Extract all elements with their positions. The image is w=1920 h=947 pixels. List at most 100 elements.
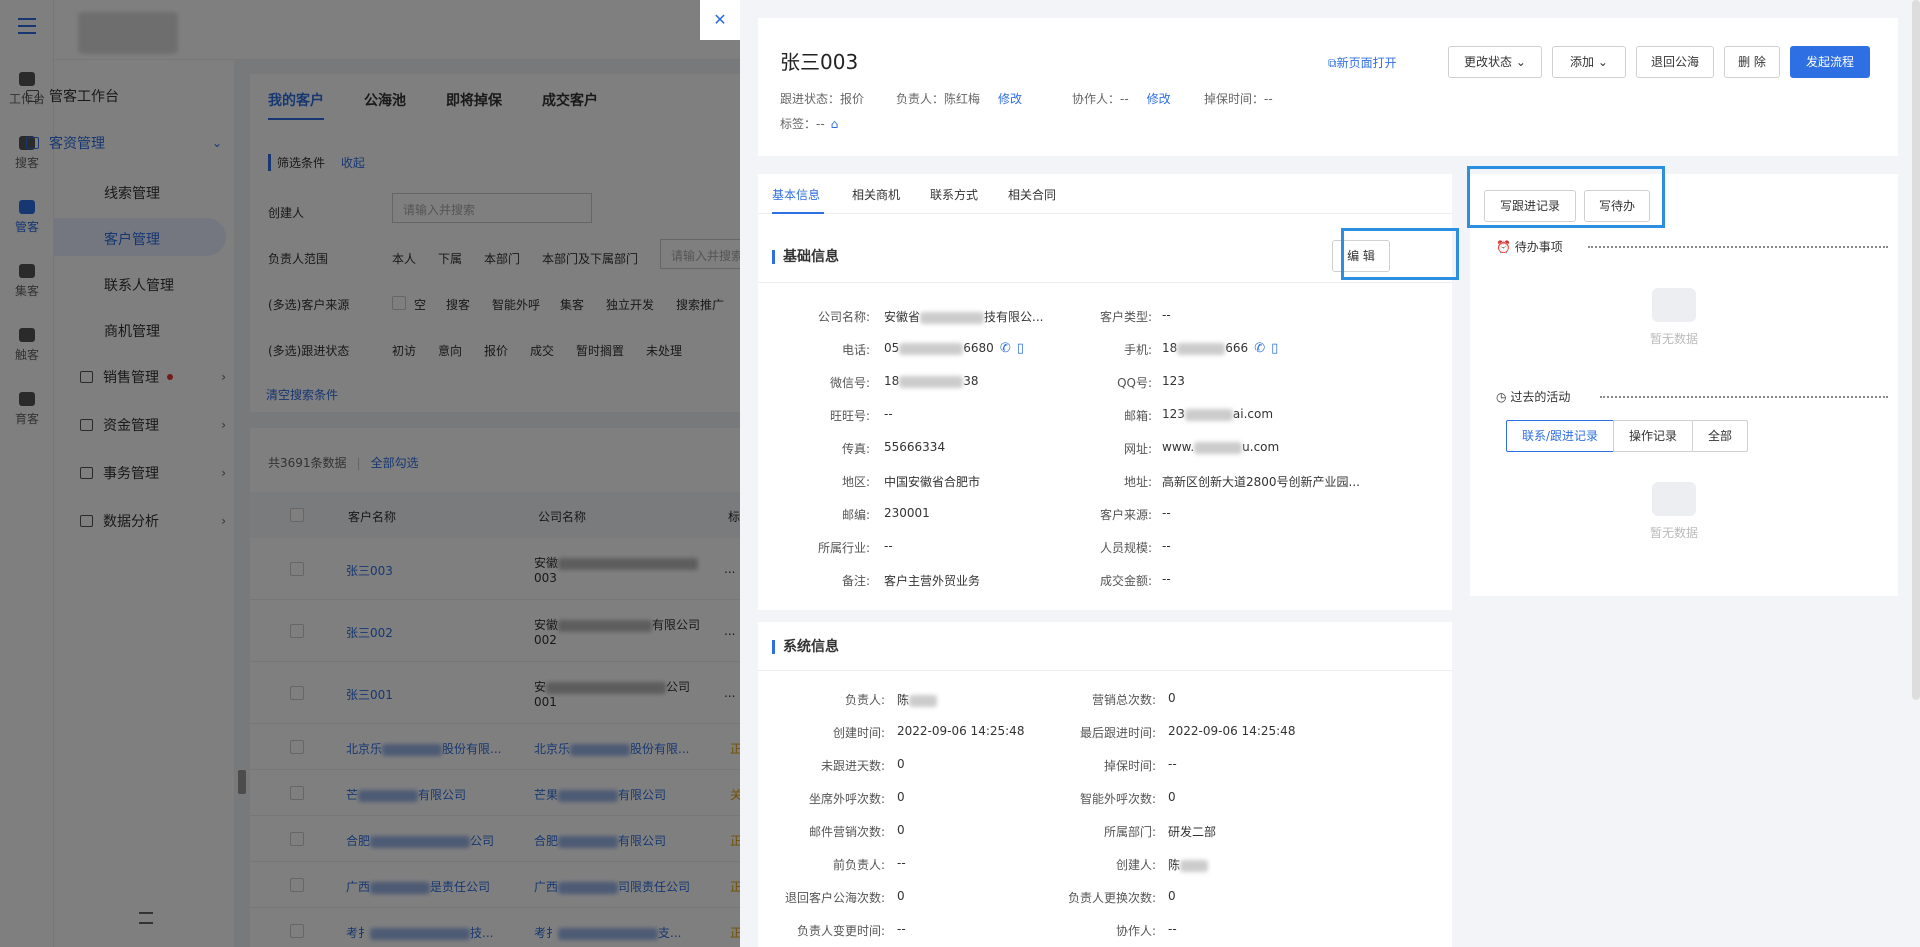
blurred-text [1184, 408, 1233, 421]
open-new-page-link[interactable]: ⧉新页面打开 [1328, 54, 1397, 71]
system-info-title: 系统信息 [772, 640, 839, 654]
field-value-text: -- [884, 407, 893, 421]
write-follow-button[interactable]: 写跟进记录 [1484, 190, 1576, 222]
field-value-text: -- [1162, 308, 1171, 322]
field-value-text: -- [884, 539, 893, 553]
mobile-icon[interactable]: ▯ [1271, 341, 1278, 356]
field-label: 地址: [1123, 475, 1152, 489]
close-icon: ✕ [713, 10, 727, 29]
field-value: 高新区创新大道2800号创新产业园... [1162, 473, 1360, 490]
drawer-scrollbar[interactable] [1912, 0, 1920, 700]
field-value-text: 0 [897, 823, 905, 837]
clock-icon: ◷ [1496, 390, 1507, 404]
field-value: 0 [897, 823, 905, 837]
field-value: 研发二部 [1168, 823, 1216, 840]
start-flow-button[interactable]: 发起流程 [1790, 46, 1870, 78]
owner-info: 负责人：陈红梅 修改 [896, 92, 1023, 106]
field-value-text: 陈 [1168, 858, 1181, 872]
field-label: 地区: [841, 475, 870, 489]
field-value: -- [1162, 539, 1171, 553]
tab-contacts[interactable]: 联系方式 [930, 186, 978, 203]
todo-title: ⏰ 待办事项 [1496, 240, 1563, 254]
return-pool-button[interactable]: 退回公海 [1636, 46, 1714, 78]
field-value: 230001 [884, 506, 930, 520]
activity-empty-state: 暂无数据 [1644, 482, 1704, 541]
field-value-text: 0 [897, 757, 905, 771]
chevron-down-icon: ⌄ [1515, 55, 1526, 69]
write-todo-button[interactable]: 写待办 [1584, 190, 1650, 222]
external-link-icon: ⧉ [1328, 56, 1337, 70]
basic-info-title: 基础信息 [772, 250, 839, 264]
field-value-text: 0 [1168, 889, 1176, 903]
field-value-text: 55666334 [884, 440, 946, 454]
field-value: 0 [897, 889, 905, 903]
field-value-text: 研发二部 [1168, 825, 1217, 839]
tab-contracts[interactable]: 相关合同 [1008, 186, 1056, 203]
empty-box-icon [1652, 482, 1696, 516]
field-value: -- [1168, 922, 1177, 936]
phone-icon[interactable]: ✆ [1000, 341, 1011, 356]
field-value-text: 高新区创新大道2800号创新产业园... [1162, 475, 1360, 489]
field-value-text: 666 [1225, 341, 1249, 355]
modal-overlay[interactable] [0, 0, 740, 947]
change-status-button[interactable]: 更改状态 ⌄ [1448, 46, 1542, 78]
dashed-divider [1600, 396, 1888, 398]
field-value: -- [897, 922, 906, 936]
field-value: -- [1162, 572, 1171, 586]
field-label: 退回客户公海次数: [784, 891, 885, 905]
field-label: 协作人: [1115, 924, 1156, 938]
field-value-text: 05 [884, 341, 900, 355]
field-value-text: 123 [1162, 407, 1185, 421]
field-value-text: 18 [884, 374, 900, 388]
field-value-text: 18 [1162, 341, 1178, 355]
follow-status: 跟进状态：报价 [780, 92, 865, 106]
close-drawer-button[interactable]: ✕ [700, 0, 740, 40]
field-value-text: -- [1162, 506, 1171, 520]
activity-tab-all[interactable]: 全部 [1692, 420, 1748, 452]
blurred-text [909, 694, 938, 707]
delete-button[interactable]: 删 除 [1724, 46, 1780, 78]
modify-collaborator-link[interactable]: 修改 [1147, 92, 1171, 106]
chevron-down-icon: ⌄ [1597, 55, 1608, 69]
system-info-card: 系统信息 负责人: 陈创建时间: 2022-09-06 14:25:48 未跟进天数:… [758, 622, 1452, 947]
tag-edit-icon[interactable]: ⌂ [831, 117, 839, 131]
field-label: 邮编: [841, 508, 870, 522]
field-label: 公司名称: [817, 310, 870, 324]
edit-button[interactable]: 编 辑 [1332, 240, 1390, 272]
field-label: 人员规模: [1099, 541, 1152, 555]
field-label: 前负责人: [832, 858, 885, 872]
field-value: 中国安徽省合肥市 [884, 473, 980, 490]
blurred-text [899, 375, 964, 388]
field-label: 最后跟进时间: [1079, 726, 1156, 740]
tab-opportunities[interactable]: 相关商机 [852, 186, 900, 203]
mobile-icon[interactable]: ▯ [1017, 341, 1024, 356]
field-value-text: u.com [1242, 440, 1280, 454]
tab-basic-info[interactable]: 基本信息 [772, 186, 820, 203]
field-label: 负责人变更时间: [796, 924, 885, 938]
field-value-text: 2022-09-06 14:25:48 [1168, 724, 1296, 738]
divider [758, 670, 1452, 671]
activity-tab-operations[interactable]: 操作记录 [1613, 420, 1693, 452]
modify-owner-link[interactable]: 修改 [998, 92, 1022, 106]
field-value-text: 0 [1168, 790, 1176, 804]
field-value-text: 技有限公... [984, 310, 1044, 324]
field-value: 18 666 ✆ ▯ [1162, 341, 1278, 356]
field-value-text: 123 [1162, 374, 1185, 388]
field-value-text: ai.com [1232, 407, 1274, 421]
field-value: -- [1168, 757, 1177, 771]
field-label: 微信号: [829, 376, 870, 390]
field-value-text: 陈 [897, 693, 910, 707]
field-value-text: 2022-09-06 14:25:48 [897, 724, 1025, 738]
field-label: 客户类型: [1099, 310, 1152, 324]
field-label: 创建时间: [832, 726, 885, 740]
activity-tab-follow[interactable]: 联系/跟进记录 [1506, 420, 1614, 452]
field-value: -- [1162, 506, 1171, 520]
field-label: 邮箱: [1123, 409, 1152, 423]
activity-card: 写跟进记录 写待办 ⏰ 待办事项 暂无数据 ◷ 过去的活动 联系/跟进记录 操作… [1470, 174, 1898, 596]
field-label: 旺旺号: [829, 409, 870, 423]
add-button[interactable]: 添加 ⌄ [1552, 46, 1626, 78]
field-value: -- [884, 539, 893, 553]
field-value-text: 客户主营外贸业务 [884, 574, 981, 588]
phone-icon[interactable]: ✆ [1254, 341, 1265, 356]
todo-empty-state: 暂无数据 [1644, 288, 1704, 347]
